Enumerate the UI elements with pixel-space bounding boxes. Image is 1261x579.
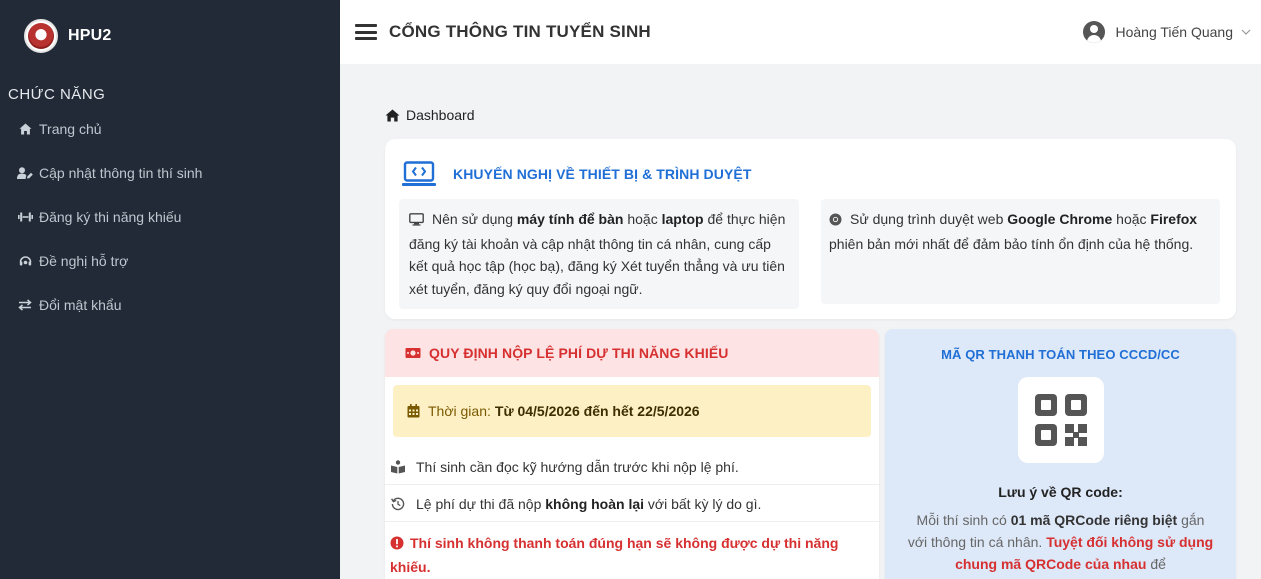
- qr-code-icon: [1018, 377, 1104, 463]
- list-item: Lệ phí dự thi đã nộp không hoàn lại với …: [385, 486, 879, 522]
- sidebar-item-home[interactable]: Trang chủ: [0, 107, 340, 151]
- reading-icon: [390, 459, 406, 474]
- brand-name: HPU2: [68, 27, 112, 44]
- qr-payment-card: MÃ QR THANH TOÁN THEO CCCD/CC Lưu ý về Q…: [885, 329, 1236, 579]
- fee-regulation-card: QUY ĐỊNH NỘP LỆ PHÍ DỰ THI NĂNG KHIẾU Th…: [385, 329, 879, 579]
- exchange-icon: [17, 299, 33, 311]
- qr-title: MÃ QR THANH TOÁN THEO CCCD/CC: [941, 347, 1180, 362]
- top-bar: CỔNG THÔNG TIN TUYỂN SINH Hoàng Tiến Qua…: [340, 0, 1261, 64]
- user-name: Hoàng Tiến Quang: [1115, 24, 1233, 40]
- fee-header: QUY ĐỊNH NỘP LỆ PHÍ DỰ THI NĂNG KHIẾU: [385, 329, 879, 377]
- page-title: CỔNG THÔNG TIN TUYỂN SINH: [389, 22, 651, 41]
- dumbbell-icon: [17, 212, 33, 222]
- sidebar-item-label: Đăng ký thi năng khiếu: [39, 209, 182, 225]
- time-value: Từ 04/5/2026 đến hết 22/5/2026: [494, 403, 700, 419]
- browser-recommendation: Sử dụng trình duyệt web Google Chrome ho…: [821, 199, 1220, 304]
- fee-title: QUY ĐỊNH NỘP LỆ PHÍ DỰ THI NĂNG KHIẾU: [429, 345, 729, 361]
- sidebar-item-support[interactable]: Đề nghị hỗ trợ: [0, 239, 340, 283]
- sidebar-item-label: Đổi mật khẩu: [39, 297, 122, 313]
- sidebar-item-label: Trang chủ: [39, 121, 102, 137]
- code-monitor-icon: [402, 161, 436, 186]
- chevron-down-icon: [1241, 27, 1251, 38]
- headset-icon: [17, 255, 33, 268]
- money-bill-icon: [405, 348, 421, 358]
- brand[interactable]: HPU2: [0, 0, 340, 72]
- list-item: Thí sinh cần đọc kỹ hướng dẫn trước khi …: [385, 449, 879, 485]
- sidebar-item-update-info[interactable]: Cập nhật thông tin thí sinh: [0, 151, 340, 195]
- main-content: Dashboard KHUYẾN NGHỊ VỀ THIẾT BỊ & TRÌN…: [340, 64, 1261, 579]
- user-edit-icon: [17, 167, 33, 179]
- desktop-icon: [409, 210, 424, 233]
- sidebar-item-change-password[interactable]: Đổi mật khẩu: [0, 283, 340, 327]
- qr-note: Mỗi thí sinh có 01 mã QRCode riêng biệt …: [907, 512, 1214, 572]
- breadcrumb: Dashboard: [385, 107, 475, 123]
- user-menu[interactable]: Hoàng Tiến Quang: [1083, 21, 1251, 43]
- menu-heading: CHỨC NĂNG: [8, 86, 106, 103]
- sidebar-item-register-exam[interactable]: Đăng ký thi năng khiếu: [0, 195, 340, 239]
- fee-time-alert: Thời gian: Từ 04/5/2026 đến hết 22/5/202…: [393, 385, 871, 437]
- fee-warning: Thí sinh không thanh toán đúng hạn sẽ kh…: [390, 534, 839, 575]
- device-recommendation: Nên sử dụng máy tính để bàn hoặc laptop …: [399, 199, 799, 309]
- recommendation-card: KHUYẾN NGHỊ VỀ THIẾT BỊ & TRÌNH DUYỆT Nê…: [385, 139, 1236, 319]
- sidebar-menu: Trang chủ Cập nhật thông tin thí sinh Đă…: [0, 107, 340, 327]
- user-avatar-icon: [1083, 21, 1106, 43]
- calendar-icon: [407, 404, 420, 418]
- exclamation-circle-icon: [390, 534, 404, 556]
- qr-note-title: Lưu ý về QR code:: [998, 484, 1123, 500]
- history-icon: [390, 497, 406, 511]
- recommendation-title: KHUYẾN NGHỊ VỀ THIẾT BỊ & TRÌNH DUYỆT: [453, 166, 752, 182]
- sidebar: HPU2 CHỨC NĂNG Trang chủ Cập nhật thông …: [0, 0, 340, 579]
- breadcrumb-label: Dashboard: [406, 107, 475, 123]
- chrome-icon: [829, 210, 842, 233]
- hamburger-menu-icon[interactable]: [355, 24, 377, 40]
- time-label: Thời gian:: [428, 403, 491, 419]
- home-icon: [17, 123, 33, 135]
- sidebar-item-label: Đề nghị hỗ trợ: [39, 253, 129, 269]
- home-icon: [385, 109, 400, 121]
- sidebar-item-label: Cập nhật thông tin thí sinh: [39, 165, 203, 181]
- university-logo: [24, 19, 58, 53]
